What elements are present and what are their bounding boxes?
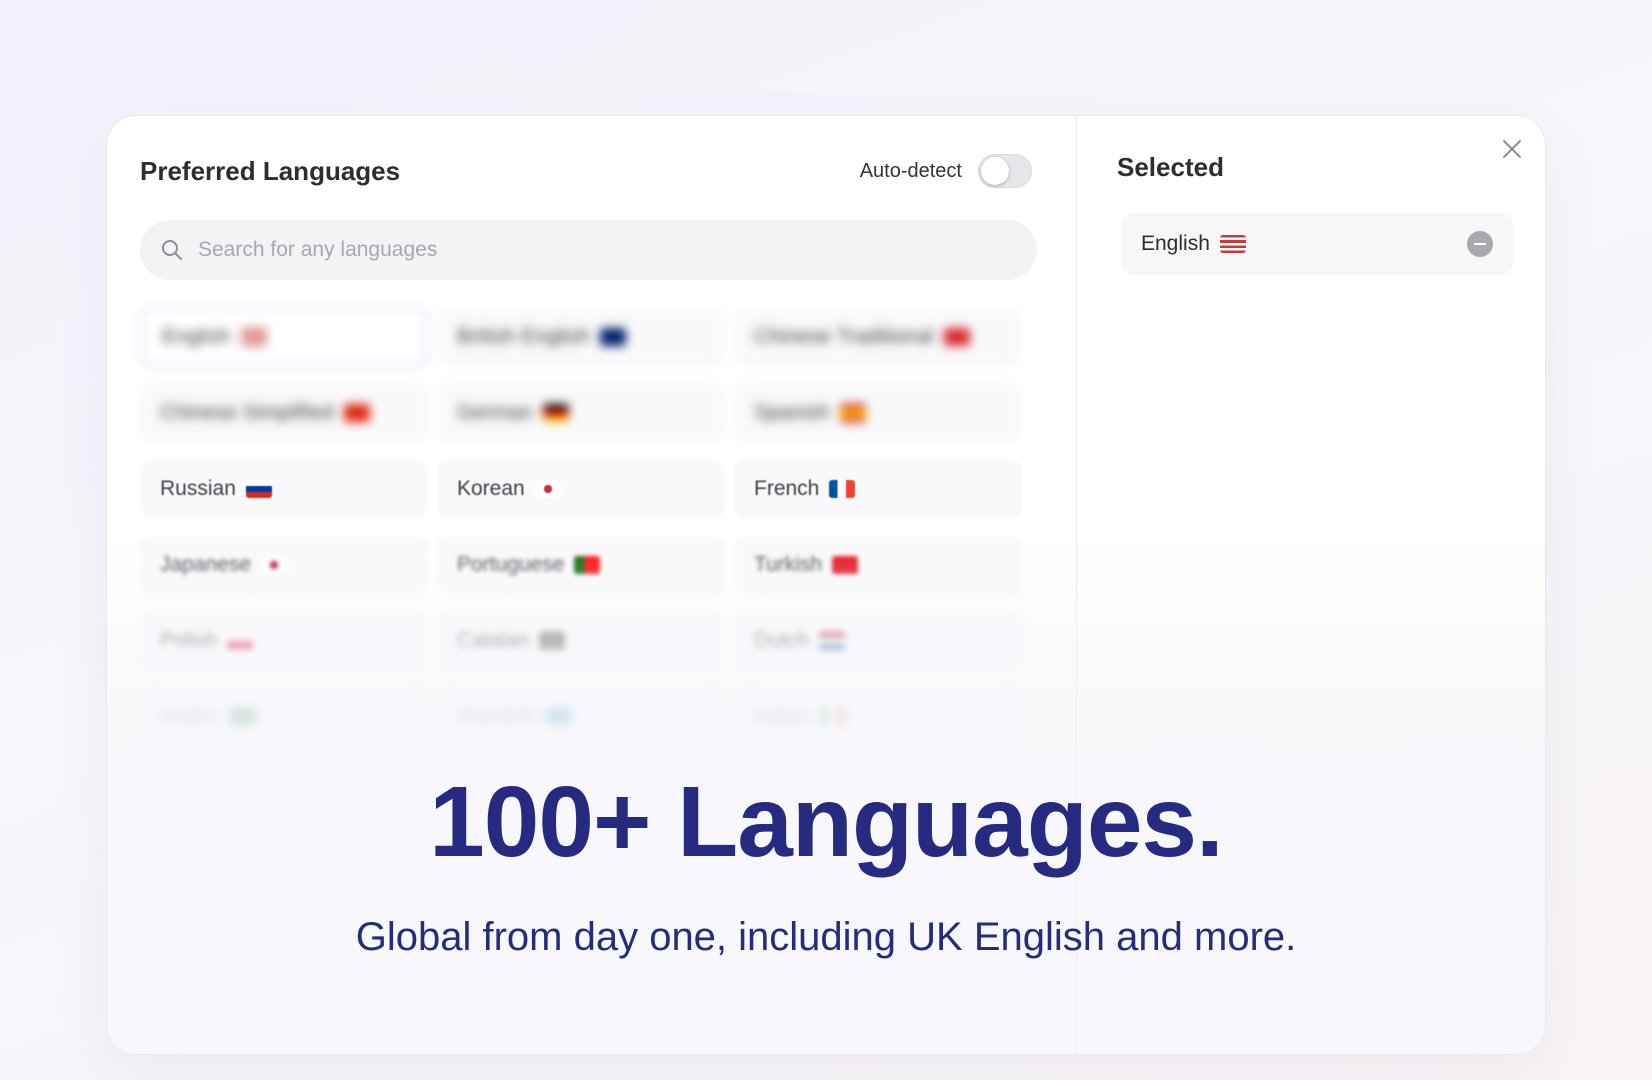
language-option-label: Dutch: [754, 629, 809, 652]
flag-kr-icon: [534, 480, 561, 498]
language-option[interactable]: Arabic: [140, 687, 428, 747]
language-option-label: Polish: [160, 629, 218, 652]
language-option[interactable]: Spanish: [734, 383, 1022, 443]
flag-de-icon: [542, 404, 569, 422]
language-option[interactable]: English: [140, 307, 428, 367]
flag-gb-icon: [600, 328, 627, 346]
language-option[interactable]: British English: [437, 307, 725, 367]
search-bar: [140, 220, 1037, 280]
language-option[interactable]: Polish: [140, 611, 428, 671]
language-option-label: Spanish: [754, 401, 830, 424]
flag-pt-icon: [574, 556, 601, 574]
hero-title: 100+ Languages.: [429, 766, 1224, 878]
flag-us-icon: [1219, 235, 1246, 253]
flag-fr-icon: [829, 480, 856, 498]
language-option[interactable]: French: [734, 459, 1022, 519]
flag-jp-icon: [261, 556, 288, 574]
hero-subtitle: Global from day one, including UK Englis…: [355, 915, 1297, 959]
selected-item: English: [1121, 213, 1513, 275]
auto-detect-label: Auto-detect: [859, 159, 962, 182]
flag-es-icon: [839, 404, 866, 422]
language-option[interactable]: Italian: [734, 687, 1022, 747]
language-option[interactable]: Catalan: [437, 611, 725, 671]
selected-title: Selected: [1117, 152, 1224, 182]
language-option-label: Chinese Simplified: [160, 401, 334, 424]
auto-detect-control: Auto-detect: [860, 154, 1032, 188]
language-option[interactable]: Korean: [437, 459, 725, 519]
flag-ru-icon: [245, 480, 272, 498]
language-option-label: Catalan: [457, 629, 530, 652]
selected-item-label: English: [1141, 232, 1210, 255]
language-option-label: Russian: [160, 477, 236, 500]
toggle-knob: [981, 157, 1009, 185]
language-option-label: English: [162, 325, 231, 348]
language-option[interactable]: German: [437, 383, 725, 443]
language-option-label: Italian: [754, 705, 811, 728]
panel-title: Preferred Languages: [140, 156, 401, 186]
flag-tw-icon: [943, 328, 970, 346]
flag-pl-icon: [227, 632, 254, 650]
language-option-label: German: [457, 401, 533, 424]
language-option[interactable]: Chinese Traditional: [734, 307, 1022, 367]
language-option-label: French: [754, 477, 820, 500]
language-option[interactable]: Turkish: [734, 535, 1022, 595]
language-option-label: Portuguese: [457, 553, 565, 576]
flag-ct-icon: [539, 632, 566, 650]
search-input[interactable]: [198, 238, 998, 262]
language-option-label: Korean: [457, 477, 525, 500]
language-option-label: Swedish: [457, 705, 537, 728]
language-option[interactable]: Swedish: [437, 687, 725, 747]
flag-us-icon: [240, 328, 267, 346]
language-option[interactable]: Russian: [140, 459, 428, 519]
auto-detect-toggle[interactable]: [978, 154, 1032, 188]
language-option-label: Japanese: [160, 553, 252, 576]
remove-icon[interactable]: [1467, 231, 1493, 257]
language-option[interactable]: Dutch: [734, 611, 1022, 671]
language-option[interactable]: Portuguese: [437, 535, 725, 595]
flag-cn-icon: [343, 404, 370, 422]
language-option[interactable]: Japanese: [140, 535, 428, 595]
language-option-label: Arabic: [160, 705, 220, 728]
language-option-label: Chinese Traditional: [754, 325, 934, 348]
flag-it-icon: [820, 708, 847, 726]
language-option-label: British English: [457, 325, 591, 348]
close-icon[interactable]: [1499, 136, 1525, 162]
flag-sa-icon: [229, 708, 256, 726]
search-icon: [162, 240, 182, 260]
flag-se-icon: [546, 708, 573, 726]
flag-tr-icon: [832, 556, 859, 574]
flag-nl-icon: [818, 632, 845, 650]
language-option[interactable]: Chinese Simplified: [140, 383, 428, 443]
language-option-label: Turkish: [754, 553, 823, 576]
